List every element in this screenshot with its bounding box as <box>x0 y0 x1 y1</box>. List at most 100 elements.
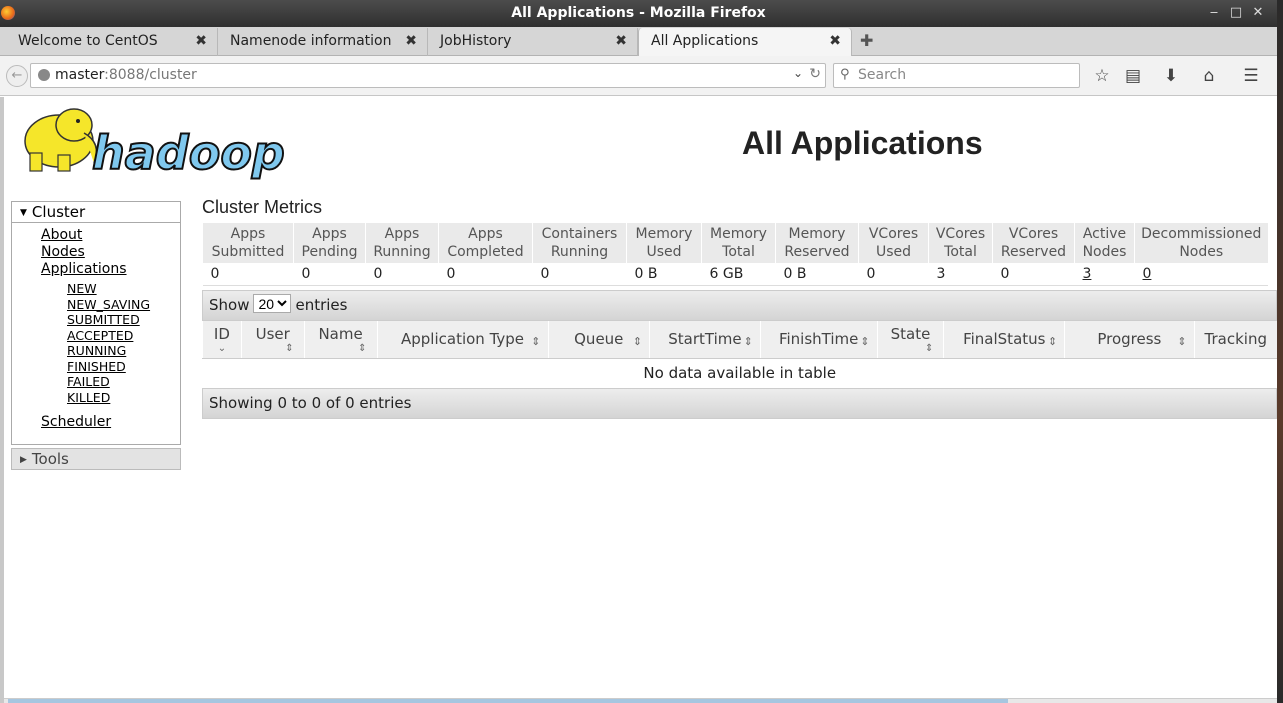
state-link-accepted[interactable]: ACCEPTED <box>67 328 180 344</box>
column-header-name[interactable]: Name ⇕ <box>303 320 378 359</box>
applications-table-wrapper: Show 20 entries ID ⌄ User ⇕ Name ⇕ Applicatio… <box>202 289 1278 419</box>
applications-header-row: ID ⌄ User ⇕ Name ⇕ Application Type ⇕ Queue ⇕… <box>202 320 1277 359</box>
maximize-icon[interactable]: □ <box>1228 5 1244 21</box>
entries-label: entries <box>295 295 348 314</box>
column-header-state[interactable]: State ⇕ <box>876 320 944 359</box>
metric-value: 0 B <box>626 263 702 286</box>
metric-header: Apps Pending <box>293 223 366 263</box>
navigation-bar: ← master:8088/cluster ⌄ ↻ ⚲ Search ☆ ▤ ⬇… <box>0 56 1277 96</box>
tab-namenode-information[interactable]: Namenode information ✖ <box>218 28 428 56</box>
metric-value: 3 <box>928 263 993 286</box>
close-tab-icon[interactable]: ✖ <box>405 33 417 49</box>
state-link-submitted[interactable]: SUBMITTED <box>67 312 180 328</box>
metric-header: Apps Submitted <box>202 223 294 263</box>
new-tab-icon[interactable]: ✚ <box>860 31 873 50</box>
applications-table: ID ⌄ User ⇕ Name ⇕ Application Type ⇕ Queue ⇕… <box>202 320 1278 388</box>
metric-header: Memory Total <box>701 223 776 263</box>
sidebar-link-about[interactable]: About <box>41 227 180 244</box>
tab-strip: Welcome to CentOS ✖ Namenode information… <box>0 27 1277 57</box>
window-title: All Applications - Mozilla Firefox <box>511 5 766 21</box>
sort-icon: ⇕ <box>860 334 870 348</box>
tab-label: All Applications <box>651 33 759 49</box>
state-link-new[interactable]: NEW <box>67 281 180 297</box>
reload-icon[interactable]: ↻ <box>809 66 821 82</box>
triangle-right-icon: ▶ <box>20 455 27 465</box>
metric-value: 0 <box>532 263 627 286</box>
desktop-background-edge <box>1277 0 1283 703</box>
column-header-application-type[interactable]: Application Type ⇕ <box>376 320 549 359</box>
horizontal-scrollbar[interactable] <box>4 698 1277 703</box>
column-header-progress[interactable]: Progress ⇕ <box>1064 320 1195 359</box>
metrics-value-row: 0 0 0 0 0 0 B 6 GB 0 B 0 3 0 3 0 <box>202 263 1268 286</box>
active-nodes-value: 3 <box>1074 263 1135 286</box>
tools-label: Tools <box>31 450 69 468</box>
column-header-tracking[interactable]: Tracking <box>1193 320 1277 359</box>
hadoop-logo[interactable]: hadoop <box>14 103 314 181</box>
state-link-killed[interactable]: KILLED <box>67 390 180 406</box>
state-link-running[interactable]: RUNNING <box>67 343 180 359</box>
search-input[interactable]: ⚲ Search <box>833 63 1080 88</box>
url-bar[interactable]: master:8088/cluster ⌄ ↻ <box>30 63 826 88</box>
column-header-starttime[interactable]: StartTime ⇕ <box>649 320 761 359</box>
close-tab-icon[interactable]: ✖ <box>195 33 207 49</box>
tab-all-applications[interactable]: All Applications ✖ <box>638 28 852 57</box>
sidebar-link-scheduler[interactable]: Scheduler <box>41 414 180 431</box>
cluster-label: Cluster <box>31 203 86 221</box>
cluster-metrics-table: Apps Submitted Apps Pending Apps Running Ap… <box>202 223 1268 286</box>
metric-header: VCores Reserved <box>992 223 1075 263</box>
state-link-failed[interactable]: FAILED <box>67 374 180 390</box>
tools-accordion-header[interactable]: ▶ Tools <box>11 448 181 470</box>
minimize-icon[interactable]: ‒ <box>1206 5 1222 21</box>
home-icon[interactable]: ⌂ <box>1198 65 1220 87</box>
empty-row: No data available in table <box>203 359 1278 388</box>
scrollbar-thumb[interactable] <box>8 699 1008 703</box>
column-header-user[interactable]: User ⇕ <box>240 320 305 359</box>
state-link-finished[interactable]: FINISHED <box>67 359 180 375</box>
column-header-queue[interactable]: Queue ⇕ <box>547 320 650 359</box>
cluster-accordion-header[interactable]: ▼ Cluster <box>11 201 181 223</box>
menu-icon[interactable]: ☰ <box>1240 65 1262 87</box>
sort-icon: ⇕ <box>285 342 294 354</box>
column-header-id[interactable]: ID ⌄ <box>202 320 242 359</box>
tab-jobhistory[interactable]: JobHistory ✖ <box>428 28 638 56</box>
active-nodes-link[interactable]: 3 <box>1083 266 1092 282</box>
download-icon[interactable]: ⬇ <box>1160 65 1182 87</box>
cluster-metrics-title: Cluster Metrics <box>202 197 323 217</box>
tab-label: Namenode information <box>230 33 392 49</box>
sort-icon: ⇕ <box>358 342 367 354</box>
close-tab-icon[interactable]: ✖ <box>615 33 627 49</box>
metric-header: Memory Used <box>626 223 702 263</box>
search-placeholder: Search <box>858 67 907 83</box>
search-icon: ⚲ <box>840 67 850 82</box>
column-header-finishtime[interactable]: FinishTime ⇕ <box>759 320 878 359</box>
triangle-down-icon: ▼ <box>20 208 27 218</box>
decommissioned-nodes-link[interactable]: 0 <box>1143 266 1152 282</box>
sort-icon: ⇕ <box>1177 334 1187 348</box>
sidebar: ▼ Cluster About Nodes Applications NEW NE… <box>11 201 181 470</box>
globe-icon <box>38 69 50 81</box>
column-header-finalstatus[interactable]: FinalStatus ⇕ <box>943 320 1065 359</box>
chevron-down-icon[interactable]: ⌄ <box>793 66 803 80</box>
reading-list-icon[interactable]: ▤ <box>1122 65 1144 87</box>
bookmark-star-icon[interactable]: ☆ <box>1091 65 1113 87</box>
page-size-select[interactable]: 20 <box>253 293 292 313</box>
metric-value: 0 <box>202 263 294 286</box>
page-content: hadoop All Applications ▼ Cluster About N… <box>0 97 1277 703</box>
metric-header: Decommissioned Nodes <box>1134 223 1268 263</box>
tab-welcome-centos[interactable]: Welcome to CentOS ✖ <box>6 28 218 56</box>
metrics-header-row: Apps Submitted Apps Pending Apps Running Ap… <box>202 223 1268 263</box>
url-host: master <box>55 67 105 83</box>
decommissioned-nodes-value: 0 <box>1134 263 1268 286</box>
browser-window: All Applications - Mozilla Firefox ‒ □ ✕… <box>0 0 1277 703</box>
back-icon[interactable]: ← <box>6 65 28 87</box>
page-title: All Applications <box>742 125 983 161</box>
close-window-icon[interactable]: ✕ <box>1250 5 1266 21</box>
close-tab-icon[interactable]: ✖ <box>829 33 841 49</box>
sidebar-link-nodes[interactable]: Nodes <box>41 244 180 261</box>
sidebar-link-applications[interactable]: Applications <box>41 261 180 278</box>
show-label: Show <box>209 295 250 314</box>
sort-icon: ⇕ <box>531 334 541 348</box>
tab-label: Welcome to CentOS <box>18 33 158 49</box>
state-link-new-saving[interactable]: NEW_SAVING <box>67 297 180 313</box>
sort-icon: ⇕ <box>632 334 643 348</box>
